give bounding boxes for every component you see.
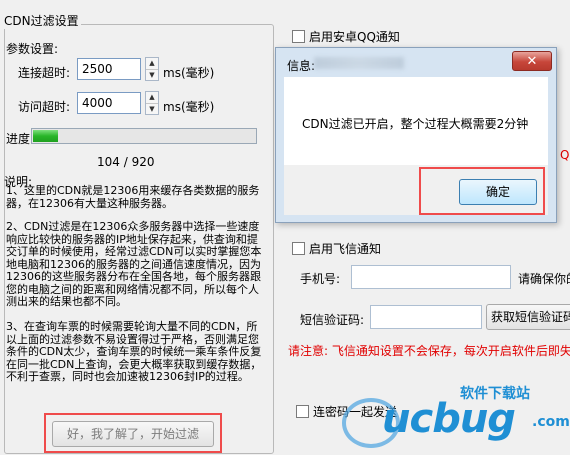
description-para-2: 2、CDN过滤是在12306众多服务器中选择一些速度响应比较快的服务器的IP地址… <box>6 220 262 308</box>
feixin-warning: 请注意: 飞信通知设置不会保存，每次开启软件后即失 <box>288 344 570 358</box>
feixin-checkbox[interactable] <box>292 242 305 255</box>
connect-timeout-unit: ms(毫秒) <box>163 66 215 80</box>
side-red-text: Q <box>560 148 570 162</box>
feixin-option[interactable]: 启用飞信通知 <box>292 240 381 257</box>
cdn-settings-panel: CDN过滤设置 参数设置: 连接超时: 2500 ▲ ▼ ms(毫秒) 访问超时… <box>0 0 276 455</box>
connect-timeout-label: 连接超时: <box>18 66 71 80</box>
progress-text: 104 / 920 <box>97 155 155 169</box>
get-sms-code-button[interactable]: 获取短信验证码 <box>486 304 570 330</box>
phone-input[interactable] <box>351 265 511 289</box>
spin-up-icon[interactable]: ▲ <box>146 92 158 104</box>
watermark-com: .com <box>532 414 570 430</box>
start-filter-button[interactable]: 好，我了解了，开始过滤 <box>52 421 214 447</box>
description-para-1: 1、这里的CDN就是12306用来缓存各类数据的服务器，在12306有大量这种服… <box>6 184 260 210</box>
dialog-footer: 确定 <box>284 165 548 215</box>
access-timeout-spinner[interactable]: ▲ ▼ <box>145 91 159 115</box>
connect-timeout-spinner[interactable]: ▲ ▼ <box>145 57 159 81</box>
dialog-body: CDN过滤已开启，整个过程大概需要2分钟 <box>284 77 548 165</box>
dialog-title-blur <box>314 57 404 69</box>
progress-label: 进度 <box>6 132 31 146</box>
sms-code-label: 短信验证码: <box>300 313 365 327</box>
dialog-message: CDN过滤已开启，整个过程大概需要2分钟 <box>302 117 529 131</box>
send-password-checkbox[interactable] <box>296 405 309 418</box>
feixin-label: 启用飞信通知 <box>309 242 382 256</box>
info-dialog: 信息: ✕ CDN过滤已开启，整个过程大概需要2分钟 确定 <box>275 47 557 223</box>
sms-code-input[interactable] <box>370 305 482 329</box>
group-title: CDN过滤设置 <box>2 12 81 29</box>
access-timeout-input[interactable]: 4000 <box>77 92 141 114</box>
dialog-ok-button[interactable]: 确定 <box>459 179 537 205</box>
watermark-logo: ucbug <box>382 396 516 442</box>
spin-down-icon[interactable]: ▼ <box>146 104 158 115</box>
progress-fill <box>33 130 59 142</box>
dialog-close-button[interactable]: ✕ <box>512 51 552 71</box>
progress-bar <box>31 128 257 144</box>
phone-label: 手机号: <box>300 272 341 286</box>
connect-timeout-input[interactable]: 2500 <box>77 58 141 80</box>
access-timeout-label: 访问超时: <box>18 100 71 114</box>
android-qq-option[interactable]: 启用安卓QQ通知 <box>292 28 400 45</box>
spin-up-icon[interactable]: ▲ <box>146 58 158 70</box>
dialog-title: 信息: <box>287 59 316 73</box>
phone-hint: 请确保你的 <box>518 272 570 286</box>
params-label: 参数设置: <box>6 42 59 56</box>
access-timeout-unit: ms(毫秒) <box>163 100 215 114</box>
android-qq-checkbox[interactable] <box>292 30 305 43</box>
android-qq-label: 启用安卓QQ通知 <box>309 30 400 44</box>
description-para-3: 3、在查询车票的时候需要轮询大量不同的CDN，所以上面的过滤参数不易设置得过于严… <box>6 320 262 383</box>
spin-down-icon[interactable]: ▼ <box>146 70 158 81</box>
